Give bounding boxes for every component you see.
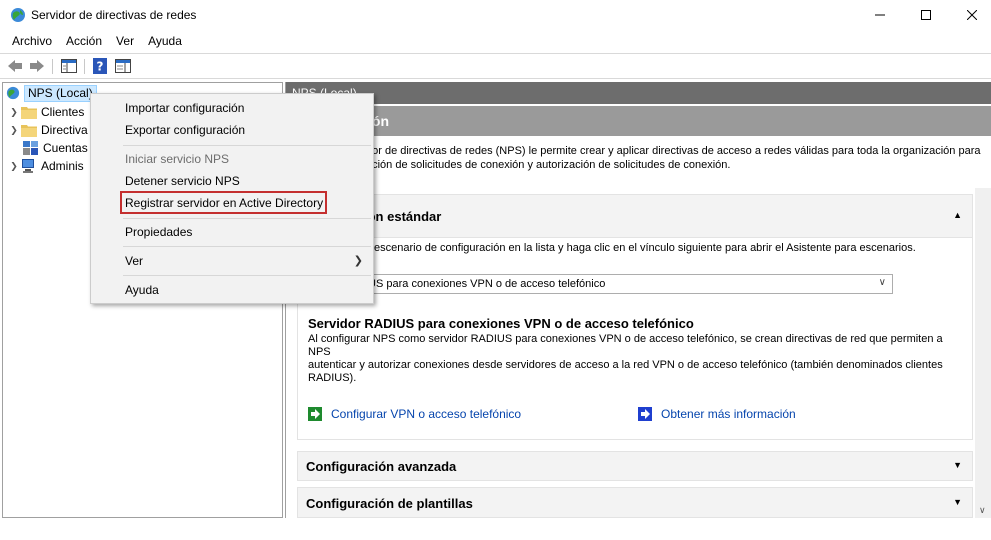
forward-arrow-icon <box>30 60 44 72</box>
section-title: Configuración avanzada <box>306 459 457 474</box>
maximize-button[interactable] <box>903 0 949 30</box>
expand-icon[interactable]: ❯ <box>9 121 19 139</box>
scenario-instruction: escenario de configuración en la lista y… <box>374 242 916 254</box>
scenario-title: Servidor RADIUS para conexiones VPN o de… <box>308 316 694 331</box>
tree-item-label: Adminis <box>41 159 84 173</box>
accounting-icon <box>23 141 38 155</box>
description-line: autenticar y autorizar conexiones desde … <box>308 359 943 371</box>
close-icon <box>967 10 977 20</box>
tree-item-label: Cuentas <box>43 141 88 155</box>
tree-item-directivas[interactable]: ❯ Directiva <box>9 121 88 139</box>
tree-item-administracion[interactable]: ❯ Adminis <box>9 157 84 175</box>
scenario-selected-value: IUS para conexiones VPN o de acceso tele… <box>365 278 606 290</box>
expand-icon[interactable]: ▼ <box>953 460 962 470</box>
context-menu: Importar configuración Exportar configur… <box>90 93 374 304</box>
maximize-icon <box>921 10 931 20</box>
menu-separator <box>123 218 371 219</box>
menu-separator <box>123 275 371 276</box>
menu-ayuda[interactable]: Ayuda <box>142 31 188 51</box>
submenu-arrow-icon: ❯ <box>353 255 363 267</box>
forward-button[interactable] <box>27 57 47 75</box>
description-line: RADIUS). <box>308 372 357 384</box>
minimize-button[interactable] <box>857 0 903 30</box>
menu-item-view[interactable]: Ver <box>125 254 143 268</box>
action-pane-icon <box>115 59 131 73</box>
menu-item-export-config[interactable]: Exportar configuración <box>125 123 245 137</box>
tree-item-clientes[interactable]: ❯ Clientes <box>9 103 84 121</box>
description-line: dor de directivas de redes (NPS) le perm… <box>366 145 981 157</box>
menu-item-help[interactable]: Ayuda <box>125 283 159 297</box>
back-button[interactable] <box>5 57 25 75</box>
section-title: ión estándar <box>364 209 442 224</box>
tree-item-label: NPS (Local) <box>24 84 97 102</box>
menu-item-properties[interactable]: Propiedades <box>125 225 192 239</box>
section-title: Configuración de plantillas <box>306 496 473 511</box>
tree-item-label: Directiva <box>41 123 88 137</box>
green-arrow-icon <box>308 407 322 421</box>
chevron-down-icon: ∨ <box>878 277 886 288</box>
menu-separator <box>123 145 371 146</box>
minimize-icon <box>875 14 885 16</box>
description-line: Al configurar NPS como servidor RADIUS p… <box>308 333 943 358</box>
toolbar-separator <box>52 59 53 74</box>
folder-icon <box>21 107 37 119</box>
show-hide-console-tree-icon <box>61 59 77 73</box>
expand-icon[interactable]: ▼ <box>953 497 962 507</box>
back-arrow-icon <box>8 60 22 72</box>
menu-bar: Archivo Acción Ver Ayuda <box>0 30 991 52</box>
menu-item-stop-nps[interactable]: Detener servicio NPS <box>125 174 240 188</box>
expand-icon[interactable]: ❯ <box>9 157 19 175</box>
menu-item-import-config[interactable]: Importar configuración <box>125 101 244 115</box>
description-line: ación de solicitudes de conexión y autor… <box>366 159 731 171</box>
blue-arrow-icon <box>638 407 652 421</box>
menu-item-start-nps: Iniciar servicio NPS <box>125 152 230 166</box>
tree-item-nps-local[interactable]: NPS (Local) <box>5 84 97 102</box>
help-button[interactable]: ? <box>90 57 110 75</box>
action-pane-button[interactable] <box>113 57 133 75</box>
show-hide-tree-button[interactable] <box>59 57 79 75</box>
scroll-down-icon[interactable]: ∨ <box>979 505 986 516</box>
toolbar-separator <box>84 59 85 74</box>
globe-icon <box>11 8 25 22</box>
menu-accion[interactable]: Acción <box>60 31 108 51</box>
menu-archivo[interactable]: Archivo <box>6 31 58 51</box>
vertical-scrollbar[interactable]: ∨ <box>975 188 991 518</box>
tree-item-label: Clientes <box>41 105 85 119</box>
scenario-select[interactable]: IUS para conexiones VPN o de acceso tele… <box>296 274 893 294</box>
details-pane: NPS (Local) ión dor de directivas de red… <box>285 82 991 518</box>
scenario-description: Al configurar NPS como servidor RADIUS p… <box>308 333 968 385</box>
standard-config-body: escenario de configuración en la lista y… <box>296 238 973 440</box>
link-label: Configurar VPN o acceso telefónico <box>331 407 522 421</box>
expand-icon[interactable]: ❯ <box>9 103 19 121</box>
pane-title: ión <box>286 106 991 136</box>
window-title: Servidor de directivas de redes <box>31 8 197 22</box>
templates-config-section[interactable]: Configuración de plantillas ▼ <box>297 487 973 518</box>
title-bar: Servidor de directivas de redes <box>0 0 991 30</box>
computer-icon <box>22 159 34 173</box>
standard-config-section[interactable]: ión estándar ▲ <box>297 194 973 238</box>
svg-text:?: ? <box>97 60 104 74</box>
collapse-icon[interactable]: ▲ <box>953 210 962 220</box>
pane-header: NPS (Local) <box>286 82 991 104</box>
toolbar: ? <box>0 53 991 79</box>
menu-ver[interactable]: Ver <box>110 31 140 51</box>
pane-description: dor de directivas de redes (NPS) le perm… <box>366 144 986 172</box>
menu-item-register-ad[interactable]: Registrar servidor en Active Directory <box>125 196 323 210</box>
more-info-link[interactable]: Obtener más información <box>638 407 796 421</box>
menu-separator <box>123 246 371 247</box>
help-icon: ? <box>93 58 107 74</box>
tree-item-cuentas[interactable]: Cuentas <box>19 139 88 157</box>
advanced-config-section[interactable]: Configuración avanzada ▼ <box>297 451 973 481</box>
folder-icon <box>21 125 37 137</box>
configure-vpn-link[interactable]: Configurar VPN o acceso telefónico <box>308 407 521 421</box>
link-label: Obtener más información <box>661 407 796 421</box>
globe-icon <box>6 86 20 100</box>
close-button[interactable] <box>949 0 991 30</box>
